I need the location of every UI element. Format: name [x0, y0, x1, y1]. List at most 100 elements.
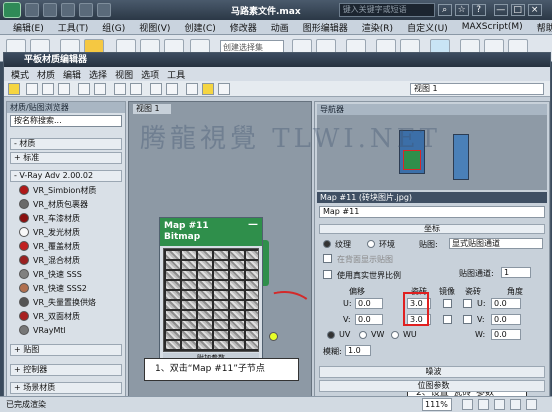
menu-customize[interactable]: 自定义(U): [400, 21, 455, 34]
list-item[interactable]: VR_失量置换供烙: [19, 296, 96, 308]
assign-material-icon[interactable]: [58, 83, 70, 95]
undo-icon[interactable]: [79, 3, 93, 17]
menu-create[interactable]: 创建(C): [177, 21, 222, 34]
menu-rendering[interactable]: 渲染(R): [355, 21, 400, 34]
star-icon[interactable]: ☆: [454, 4, 469, 16]
zoom-out-icon[interactable]: [478, 399, 489, 410]
map-name-field[interactable]: Map #11: [319, 206, 545, 218]
u-angle-field[interactable]: 0.0: [491, 298, 521, 309]
v-mirror-checkbox[interactable]: [443, 315, 452, 324]
node-header[interactable]: Map #11 Bitmap —: [160, 218, 262, 246]
bitmap-params-rollout[interactable]: 位图参数: [319, 380, 545, 392]
v-offset-field[interactable]: 0.0: [355, 314, 383, 325]
browser-search-input[interactable]: 按名称搜索...: [10, 115, 122, 127]
list-item[interactable]: VR_覆盖材质: [19, 240, 80, 252]
list-item[interactable]: VR_快速 SSS2: [19, 282, 87, 294]
delete-icon[interactable]: [78, 83, 90, 95]
zoom-region-icon[interactable]: [510, 399, 521, 410]
tab-view1[interactable]: 视图 1: [133, 104, 171, 114]
help-search-input[interactable]: 键入关键字或短语: [338, 3, 435, 17]
list-item[interactable]: VR_材质包裹器: [19, 198, 88, 210]
output-socket-icon[interactable]: [269, 332, 278, 341]
move-children-icon[interactable]: [94, 83, 106, 95]
texture-radio[interactable]: [323, 240, 331, 248]
map-node[interactable]: Map #11 Bitmap — 附加参数: [159, 217, 263, 363]
show-on-back-checkbox[interactable]: [323, 254, 332, 263]
sme-menu-modes[interactable]: 模式: [7, 68, 33, 81]
w-angle-field[interactable]: 0.0: [491, 329, 521, 340]
sme-menu-select[interactable]: 选择: [85, 68, 111, 81]
zoom-dropdown[interactable]: 111%: [422, 398, 452, 411]
zoom-extents-icon[interactable]: [526, 399, 537, 410]
menu-tools[interactable]: 工具(T): [51, 21, 96, 34]
sme-menu-edit[interactable]: 编辑: [59, 68, 85, 81]
rollout-controllers[interactable]: + 控制器: [10, 364, 122, 376]
map-channel-field[interactable]: 1: [501, 267, 531, 278]
select-by-material-icon[interactable]: [218, 83, 230, 95]
minimize-button[interactable]: —: [493, 4, 508, 16]
help-icon[interactable]: ?: [471, 4, 486, 16]
v-tile-checkbox[interactable]: [463, 315, 472, 324]
mapping-dropdown[interactable]: 显式贴图通道: [449, 238, 543, 249]
rollout-materials[interactable]: - 材质: [10, 138, 122, 150]
sme-menu-utilities[interactable]: 工具: [163, 68, 189, 81]
v-angle-field[interactable]: 0.0: [491, 314, 521, 325]
put-to-scene-icon[interactable]: [42, 83, 54, 95]
list-item[interactable]: VR_Simbion材质: [19, 184, 96, 196]
menu-group[interactable]: 组(G): [95, 21, 132, 34]
material-map-navigator-icon[interactable]: [186, 83, 198, 95]
noise-rollout[interactable]: 噪波: [319, 366, 545, 378]
sme-menu-material[interactable]: 材质: [33, 68, 59, 81]
save-file-icon[interactable]: [61, 3, 75, 17]
uv-radio[interactable]: [327, 331, 335, 339]
search-icon[interactable]: ⌕: [437, 4, 452, 16]
minimize-node-icon[interactable]: —: [248, 219, 258, 230]
menu-modifiers[interactable]: 修改器: [223, 21, 264, 34]
list-item[interactable]: VR_双面材质: [19, 310, 80, 322]
pan-icon[interactable]: [494, 399, 505, 410]
wu-radio[interactable]: [391, 331, 399, 339]
list-item[interactable]: VR_发光材质: [19, 226, 80, 238]
maximize-button[interactable]: □: [510, 4, 525, 16]
menu-maxscript[interactable]: MAXScript(M): [455, 22, 530, 32]
zoom-in-icon[interactable]: [462, 399, 473, 410]
show-background-icon[interactable]: [130, 83, 142, 95]
close-button[interactable]: ×: [527, 4, 542, 16]
rollout-standard[interactable]: + 标准: [10, 152, 122, 164]
blur-field[interactable]: 1.0: [345, 345, 371, 356]
list-item[interactable]: VRayMtl: [19, 324, 66, 336]
tiling-highlight: [403, 292, 429, 326]
u-tile-checkbox[interactable]: [463, 299, 472, 308]
sme-menu-options[interactable]: 选项: [137, 68, 163, 81]
menu-help[interactable]: 帮助(H): [530, 21, 552, 34]
list-item[interactable]: VR_车漆材质: [19, 212, 80, 224]
list-item[interactable]: VR_快速 SSS: [19, 268, 82, 280]
rollout-maps[interactable]: + 贴图: [10, 344, 122, 356]
new-file-icon[interactable]: [25, 3, 39, 17]
parameter-editor-icon[interactable]: [202, 83, 214, 95]
menu-graph-editors[interactable]: 图形编辑器: [296, 21, 355, 34]
u-offset-field[interactable]: 0.0: [355, 298, 383, 309]
rollout-scene-materials[interactable]: + 场景材质: [10, 382, 122, 394]
select-tool-icon[interactable]: [8, 83, 20, 95]
show-map-icon[interactable]: [114, 83, 126, 95]
coordinates-rollout[interactable]: 坐标: [319, 224, 545, 234]
u-mirror-checkbox[interactable]: [443, 299, 452, 308]
app-logo-icon[interactable]: [3, 2, 21, 18]
redo-icon[interactable]: [97, 3, 111, 17]
rollout-vray[interactable]: - V-Ray Adv 2.00.02: [10, 170, 122, 182]
node-output-handle[interactable]: [263, 240, 269, 286]
menu-edit[interactable]: 编辑(E): [6, 21, 51, 34]
menu-animation[interactable]: 动画: [264, 21, 296, 34]
list-item[interactable]: VR_混合材质: [19, 254, 80, 266]
layout-all-icon[interactable]: [150, 83, 162, 95]
open-file-icon[interactable]: [43, 3, 57, 17]
menu-views[interactable]: 视图(V): [132, 21, 177, 34]
layout-children-icon[interactable]: [166, 83, 178, 95]
vw-radio[interactable]: [359, 331, 367, 339]
sme-menu-view[interactable]: 视图: [111, 68, 137, 81]
environment-radio[interactable]: [367, 240, 375, 248]
view-dropdown[interactable]: 视图 1: [410, 83, 544, 95]
real-world-checkbox[interactable]: [323, 270, 332, 279]
pick-material-icon[interactable]: [26, 83, 38, 95]
